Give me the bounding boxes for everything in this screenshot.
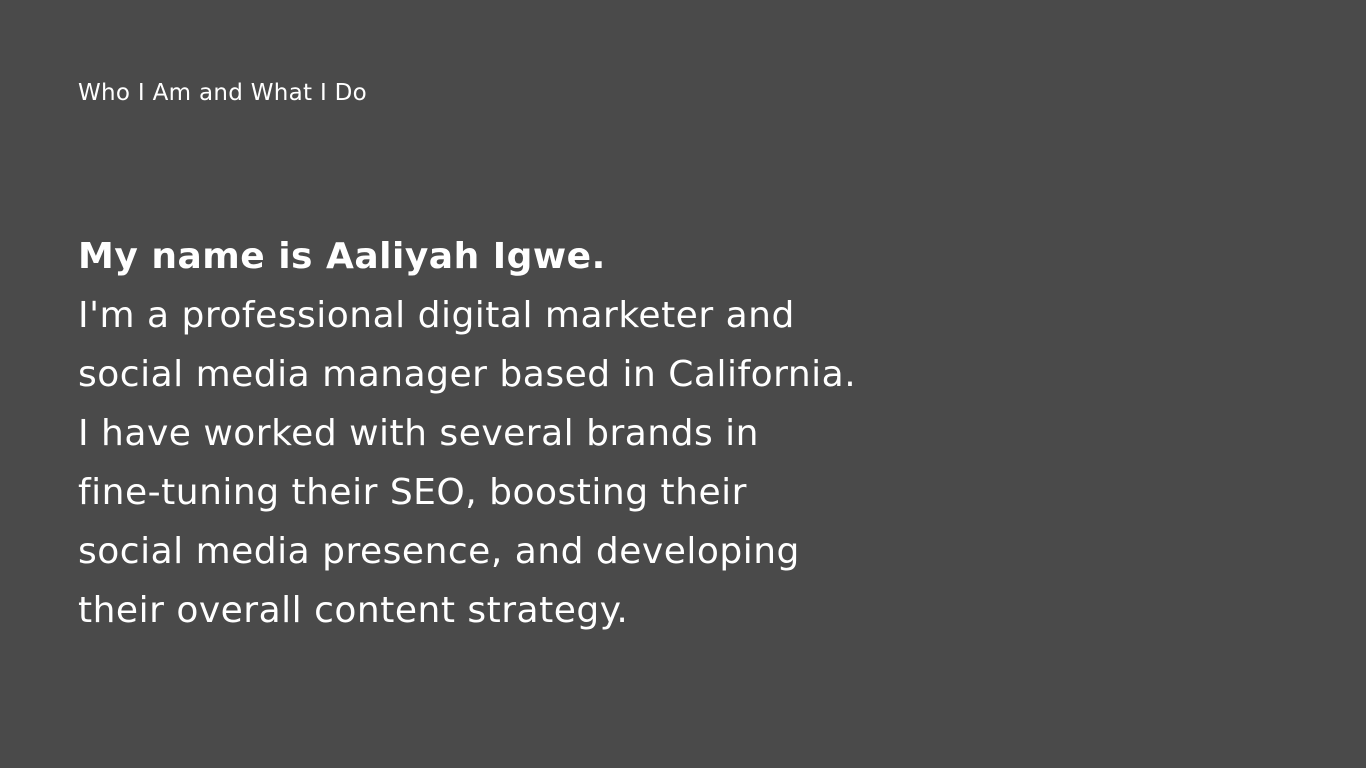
intro-line: fine-tuning their SEO, boosting their: [78, 472, 747, 513]
section-kicker: Who I Am and What I Do: [78, 80, 368, 106]
intro-headline: My name is Aaliyah Igwe.: [78, 236, 606, 277]
about-slide: Who I Am and What I Do My name is Aaliya…: [0, 0, 1366, 768]
intro-text-block: My name is Aaliyah Igwe. I'm a professio…: [78, 227, 1078, 640]
intro-line: I have worked with several brands in: [78, 413, 759, 454]
intro-line: I'm a professional digital marketer and: [78, 295, 795, 336]
intro-line: their overall content strategy.: [78, 590, 629, 631]
intro-line: social media presence, and developing: [78, 531, 800, 572]
intro-line: social media manager based in California…: [78, 354, 857, 395]
